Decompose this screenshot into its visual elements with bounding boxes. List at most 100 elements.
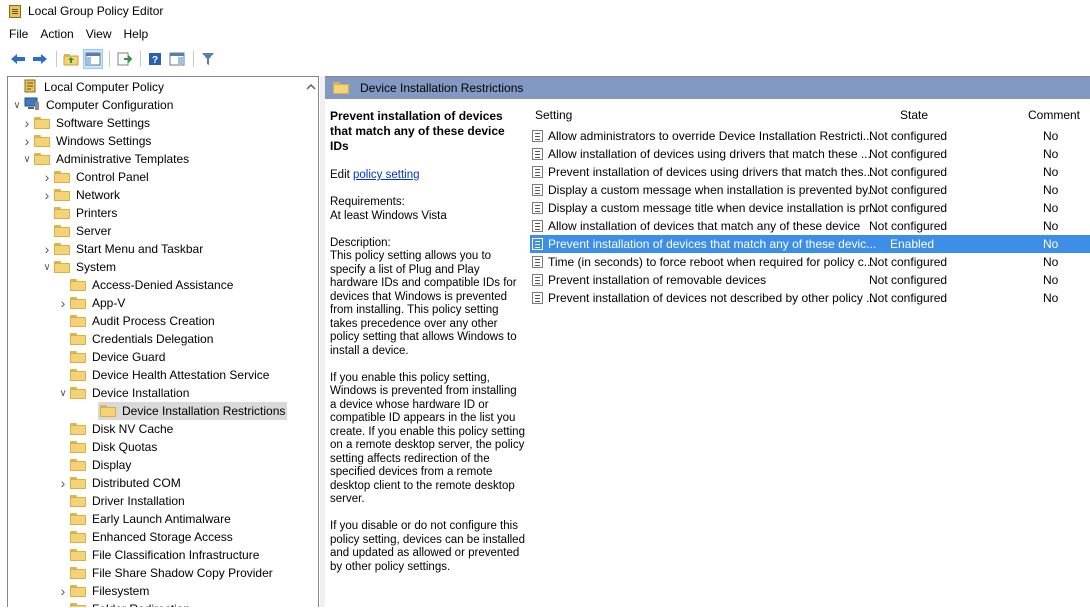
toolbar-separator xyxy=(193,51,194,67)
back-arrow-icon[interactable] xyxy=(8,49,28,69)
folder-icon xyxy=(70,549,86,561)
tree-item[interactable]: Credentials Delegation xyxy=(8,330,213,348)
tree-item[interactable]: › Filesystem xyxy=(8,582,150,600)
expand-chevron-right-icon[interactable]: › xyxy=(20,133,34,149)
expand-chevron-right-icon[interactable]: › xyxy=(40,169,54,185)
forward-arrow-icon[interactable] xyxy=(30,49,50,69)
setting-comment: No xyxy=(1043,183,1059,197)
setting-state: Not configured xyxy=(869,165,948,179)
expand-chevron-right-icon[interactable]: › xyxy=(56,475,70,491)
tree-item[interactable]: Early Launch Antimalware xyxy=(8,510,231,528)
export-list-icon[interactable] xyxy=(114,49,134,69)
details-header-title: Device Installation Restrictions xyxy=(360,81,524,95)
setting-comment: No xyxy=(1043,165,1059,179)
folder-icon xyxy=(70,297,86,309)
scroll-up-icon[interactable] xyxy=(304,80,318,94)
expand-chevron-right-icon[interactable]: › xyxy=(56,583,70,599)
tree-item[interactable]: File Share Shadow Copy Provider xyxy=(8,564,273,582)
policy-row[interactable]: Display a custom message title when devi… xyxy=(530,199,1090,217)
tree-scrollbar[interactable] xyxy=(304,77,318,607)
tree-item[interactable]: ∨ System xyxy=(8,258,116,276)
tree-item-label: Display xyxy=(92,458,132,472)
folder-icon xyxy=(70,603,86,607)
setting-name: Prevent installation of devices that mat… xyxy=(548,237,877,251)
expand-chevron-down-icon[interactable]: ∨ xyxy=(20,154,34,165)
column-state[interactable]: State xyxy=(900,108,928,122)
policy-row[interactable]: Display a custom message when installati… xyxy=(530,181,1090,199)
tree-item-label: Software Settings xyxy=(56,116,151,130)
tree-item[interactable]: Device Guard xyxy=(8,348,165,366)
tree-item[interactable]: Device Installation Restrictions xyxy=(98,402,288,420)
tree-item[interactable]: Folder Redirection xyxy=(8,600,190,607)
policy-row[interactable]: Allow installation of devices using driv… xyxy=(530,145,1090,163)
up-folder-icon[interactable] xyxy=(61,49,81,69)
expand-chevron-right-icon[interactable]: › xyxy=(56,295,70,311)
column-setting[interactable]: Setting xyxy=(535,108,572,122)
menu-file[interactable]: File xyxy=(0,27,34,41)
show-hide-tree-icon[interactable] xyxy=(83,49,103,69)
policy-setting-icon xyxy=(532,256,543,268)
tree-item[interactable]: ∨ Administrative Templates xyxy=(8,150,189,168)
policy-row[interactable]: Allow installation of devices that match… xyxy=(530,217,1090,235)
tree-item[interactable]: › Distributed COM xyxy=(8,474,181,492)
policy-row[interactable]: Prevent installation of devices not desc… xyxy=(530,289,1090,307)
filter-icon[interactable] xyxy=(198,49,218,69)
setting-name: Time (in seconds) to force reboot when r… xyxy=(548,255,874,269)
tree-item[interactable]: File Classification Infrastructure xyxy=(8,546,259,564)
edit-policy-link[interactable]: policy setting xyxy=(353,169,419,181)
window-title: Local Group Policy Editor xyxy=(28,4,164,18)
setting-comment: No xyxy=(1043,273,1059,287)
tree-item-label: App-V xyxy=(92,296,126,310)
menu-view[interactable]: View xyxy=(80,27,118,41)
expand-chevron-right-icon[interactable]: › xyxy=(40,187,54,203)
description-paragraph-3: If you disable or do not configure this … xyxy=(330,520,525,573)
expand-chevron-right-icon[interactable]: › xyxy=(40,241,54,257)
expand-chevron-down-icon[interactable]: ∨ xyxy=(10,100,24,111)
policy-icon xyxy=(24,79,38,96)
tree-item[interactable]: Disk Quotas xyxy=(8,438,157,456)
tree-item[interactable]: Printers xyxy=(8,204,117,222)
tree-item-label: Local Computer Policy xyxy=(44,80,165,94)
tree-item[interactable]: › Control Panel xyxy=(8,168,149,186)
tree-item[interactable]: Driver Installation xyxy=(8,492,185,510)
tree-item[interactable]: Display xyxy=(8,456,131,474)
toolbar-separator xyxy=(140,51,141,67)
folder-icon xyxy=(70,585,86,597)
tree-item[interactable]: › Start Menu and Taskbar xyxy=(8,240,204,258)
tree-item[interactable]: Access-Denied Assistance xyxy=(8,276,233,294)
folder-icon xyxy=(333,82,349,94)
extended-view-icon[interactable] xyxy=(167,49,187,69)
policy-row[interactable]: Time (in seconds) to force reboot when r… xyxy=(530,253,1090,271)
tree-item[interactable]: › Windows Settings xyxy=(8,132,152,150)
tree-item[interactable]: Enhanced Storage Access xyxy=(8,528,233,546)
folder-icon xyxy=(70,495,86,507)
tree-item[interactable]: › Network xyxy=(8,186,120,204)
menu-action[interactable]: Action xyxy=(34,27,79,41)
tree-item[interactable]: › Software Settings xyxy=(8,114,150,132)
folder-icon xyxy=(54,225,70,237)
policy-row[interactable]: Allow administrators to override Device … xyxy=(530,127,1090,145)
help-icon[interactable]: ? xyxy=(145,49,165,69)
expand-chevron-down-icon[interactable]: ∨ xyxy=(40,262,54,273)
tree-item[interactable]: Local Computer Policy xyxy=(8,78,164,96)
policy-row[interactable]: Prevent installation of devices using dr… xyxy=(530,163,1090,181)
policy-setting-icon xyxy=(532,238,543,250)
menu-help[interactable]: Help xyxy=(118,27,155,41)
tree-item[interactable]: Disk NV Cache xyxy=(8,420,173,438)
tree-item[interactable]: Device Health Attestation Service xyxy=(8,366,269,384)
column-comment[interactable]: Comment xyxy=(1028,108,1080,122)
tree-item[interactable]: Server xyxy=(8,222,111,240)
policy-row[interactable]: Prevent installation of devices that mat… xyxy=(530,235,1090,253)
setting-state: Not configured xyxy=(869,183,948,197)
policy-setting-icon xyxy=(532,202,543,214)
tree-item[interactable]: ∨ Device Installation xyxy=(8,384,189,402)
expand-chevron-down-icon[interactable]: ∨ xyxy=(56,388,70,399)
edit-line: Edit policy setting xyxy=(330,169,525,183)
tree-item[interactable]: Audit Process Creation xyxy=(8,312,215,330)
tree-item[interactable]: › App-V xyxy=(8,294,126,312)
expand-chevron-right-icon[interactable]: › xyxy=(20,115,34,131)
tree-item-label: Driver Installation xyxy=(92,494,185,508)
tree-item[interactable]: ∨ Computer Configuration xyxy=(8,96,173,114)
policy-row[interactable]: Prevent installation of removable device… xyxy=(530,271,1090,289)
policy-tree[interactable]: Local Computer Policy ∨ Computer Configura… xyxy=(7,76,319,607)
